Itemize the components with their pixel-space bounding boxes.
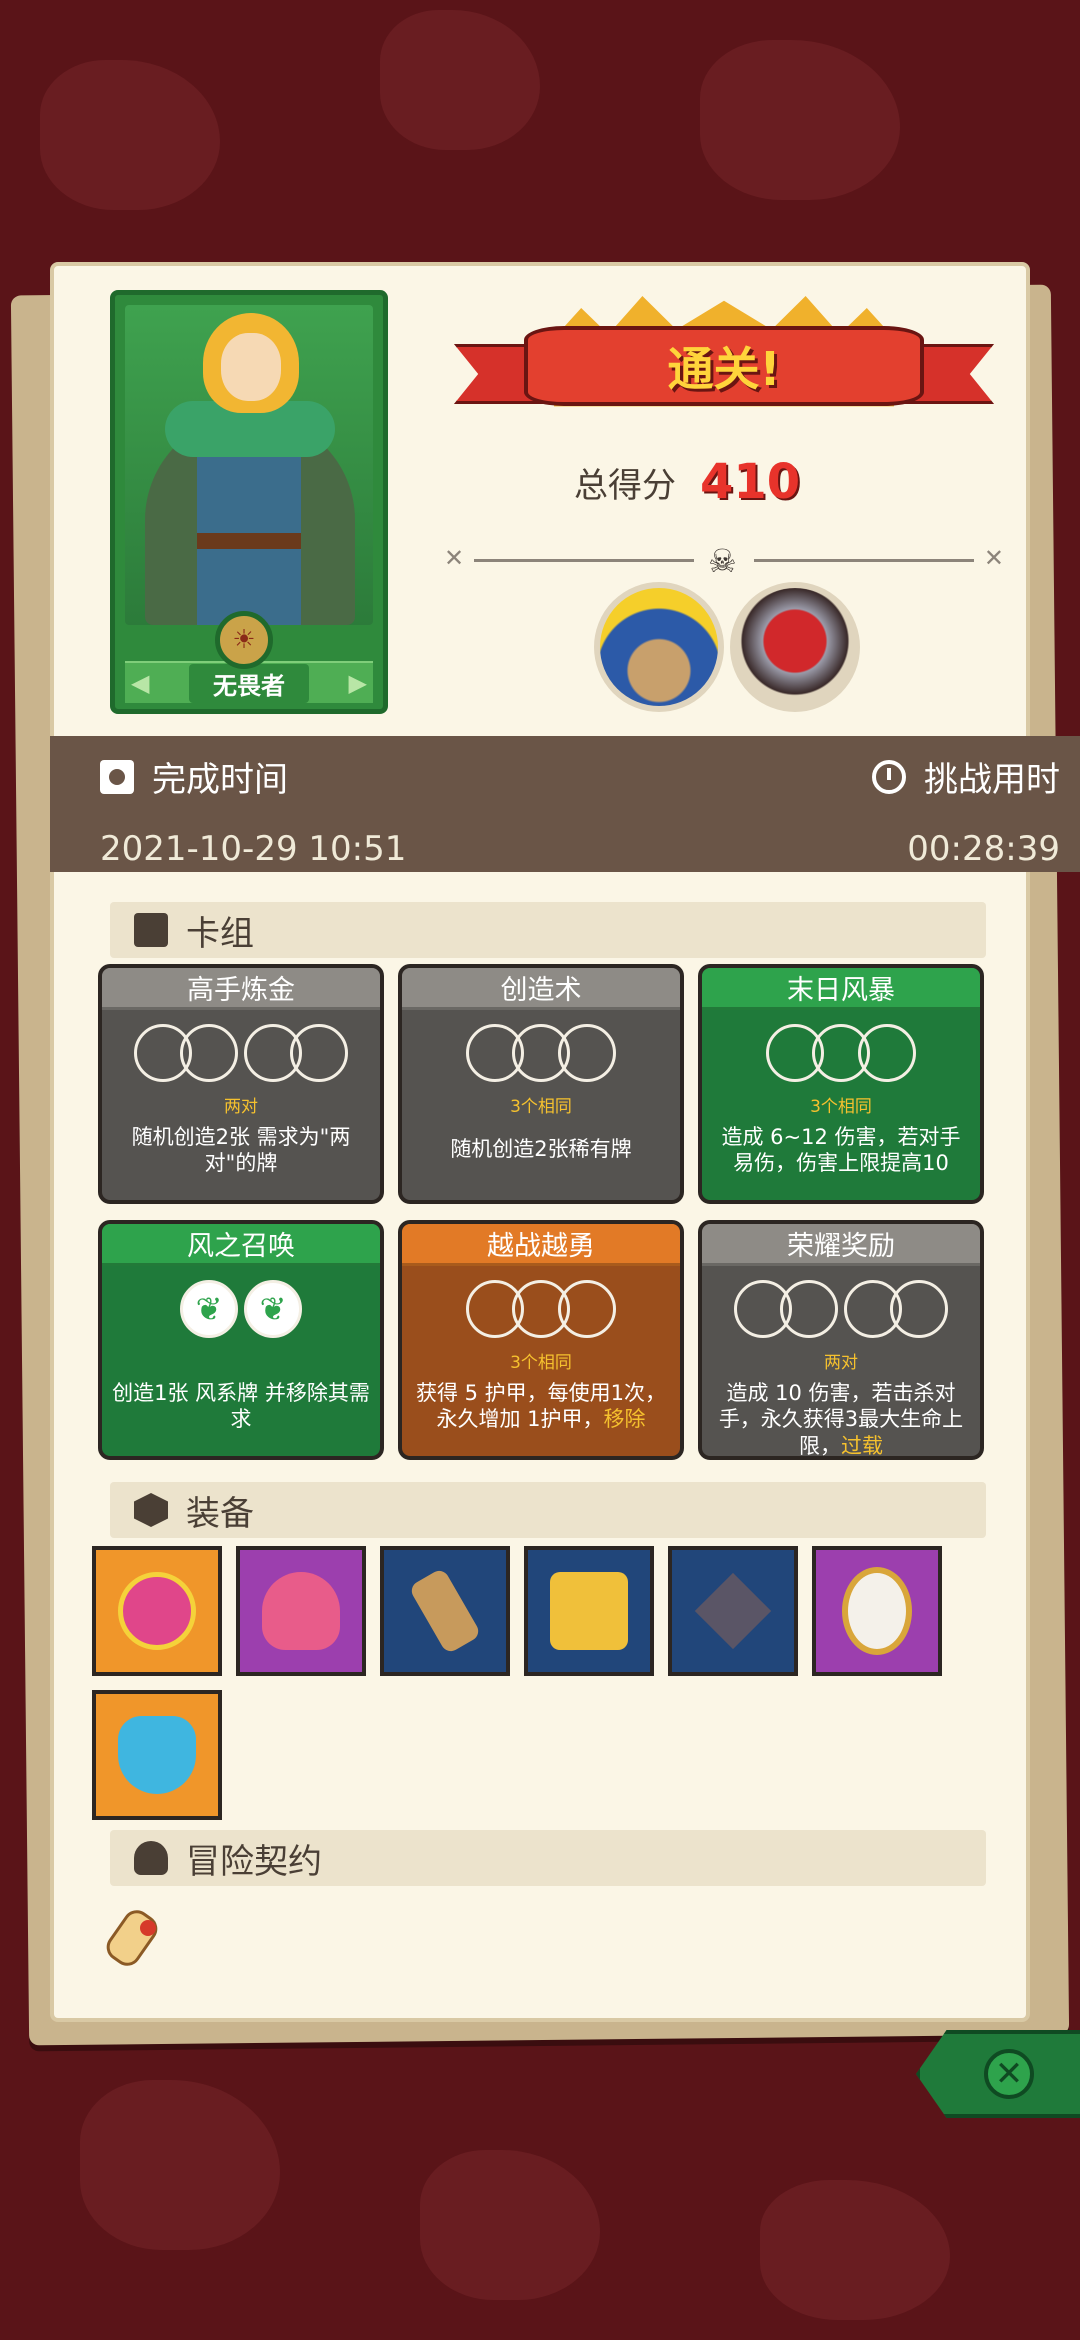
crossed-swords-icon: ✕ [444,544,465,572]
mushroom-cap-icon [262,1572,340,1650]
finish-time-value: 2021-10-29 10:51 [100,829,407,869]
dice-slots [402,1280,680,1342]
arrow-left-icon: ◀ [131,669,150,697]
equipment-slot[interactable] [380,1546,510,1676]
dice-box-icon [550,1572,628,1650]
contract-title: 冒险契约 [186,1841,322,1882]
box-icon [134,1493,168,1527]
card-description: 创造1张 风系牌 并移除其需求 [112,1381,370,1432]
equipment-slot[interactable] [812,1546,942,1676]
dice-slots: ❦ ❦ [102,1280,380,1342]
card-requirement [102,1348,380,1370]
boss-divider: ✕ ☠ ✕ [444,542,1004,580]
leaf-icon: ❦ [180,1280,238,1338]
hero-portrait [125,305,373,625]
time-stats-bar: 完成时间 2021-10-29 10:51 挑战用时 00:28:39 [50,736,1080,872]
card-requirement: 3个相同 [810,1097,872,1117]
equipment-slot[interactable] [668,1546,798,1676]
equipment-slot[interactable] [92,1546,222,1676]
bg-pattern [40,60,220,210]
person-icon [134,1841,168,1875]
dice-slots [702,1280,980,1342]
dice-slots [102,1024,380,1086]
dark-gem-icon [694,1572,772,1650]
victory-banner: 通关! [454,296,994,426]
duration-label: 挑战用时 [924,760,1060,800]
deck-card[interactable]: 风之召唤 ❦ ❦ 创造1张 风系牌 并移除其需求 [98,1220,384,1460]
equipment-title: 装备 [186,1493,254,1534]
equipment-slot[interactable] [236,1546,366,1676]
defeated-boss-cube-demon[interactable] [730,582,860,712]
film-icon [100,759,134,794]
card-description: 获得 5 护甲，每使用1次，永久增加 1护甲，移除 [415,1381,667,1432]
hero-emblem-icon: ☀ [215,611,273,669]
arrow-right-icon: ▶ [348,669,367,697]
bg-pattern [80,2080,280,2250]
contract-section-header: 冒险契约 [110,1830,986,1886]
equipment-slot[interactable] [92,1690,222,1820]
card-title: 末日风暴 [702,968,980,1010]
card-requirement: 3个相同 [510,1097,572,1117]
bg-pattern [420,2150,600,2300]
contract-scroll-icon[interactable] [101,1896,174,1972]
close-button[interactable]: ✕ [916,2030,1080,2118]
skull-icon: ☠ [708,542,737,580]
score-label: 总得分 [574,465,676,506]
score-value: 410 [700,454,801,510]
crossed-swords-icon: ✕ [983,544,1004,572]
equipment-section-header: 装备 [110,1482,986,1538]
card-title: 荣耀奖励 [702,1224,980,1266]
deck-card[interactable]: 末日风暴 3个相同 造成 6~12 伤害，若对手 易伤，伤害上限提高10 [698,964,984,1204]
bg-pattern [700,40,900,200]
card-description: 造成 10 伤害，若击杀对手，永久获得3最大生命上限，过载 [718,1381,964,1458]
victory-banner-text: 通关! [667,342,781,396]
defeated-boss-wizard[interactable] [594,582,724,712]
deck-title: 卡组 [186,913,254,954]
card-title: 高手炼金 [102,968,380,1010]
deck-card[interactable]: 高手炼金 两对 随机创造2张 需求为"两对"的牌 [98,964,384,1204]
horn-icon [408,1567,482,1655]
card-description: 随机创造2张 需求为"两对"的牌 [131,1125,351,1176]
deck-card[interactable]: 越战越勇 3个相同 获得 5 护甲，每使用1次，永久增加 1护甲，移除 [398,1220,684,1460]
ice-shield-icon [118,1716,196,1794]
card-title: 风之召唤 [102,1224,380,1266]
deck-card[interactable]: 创造术 3个相同 随机创造2张稀有牌 [398,964,684,1204]
leaf-icon: ❦ [244,1280,302,1338]
dice-slots [702,1024,980,1086]
card-description: 随机创造2张稀有牌 [450,1137,632,1161]
moon-orb-icon [118,1572,196,1650]
deck-section-header: 卡组 [110,902,986,958]
duration-value: 00:28:39 [907,829,1060,869]
hero-card[interactable]: ◀ 无畏者 ▶ ☀ [110,290,388,714]
bg-pattern [760,2180,950,2320]
card-title: 越战越勇 [402,1224,680,1266]
mirror-icon [842,1567,912,1655]
card-title: 创造术 [402,968,680,1010]
card-requirement: 两对 [824,1353,858,1373]
close-icon: ✕ [984,2049,1034,2099]
equipment-slot[interactable] [524,1546,654,1676]
bg-pattern [380,10,540,150]
deck-card[interactable]: 荣耀奖励 两对 造成 10 伤害，若击杀对手，永久获得3最大生命上限，过载 [698,1220,984,1460]
hero-name: 无畏者 [189,663,309,703]
card-description: 造成 6~12 伤害，若对手 易伤，伤害上限提高10 [721,1125,961,1176]
dice-slots [402,1024,680,1086]
card-requirement: 两对 [224,1097,258,1117]
card-requirement: 3个相同 [510,1353,572,1373]
stopwatch-icon [872,759,906,794]
finish-time-label: 完成时间 [152,760,288,800]
result-panel: ◀ 无畏者 ▶ ☀ 通关! 总得分 410 ✕ ☠ ✕ 完成时间 2021-10… [50,262,1080,2022]
score-row: 总得分 410 [574,454,800,510]
cards-icon [134,913,168,947]
